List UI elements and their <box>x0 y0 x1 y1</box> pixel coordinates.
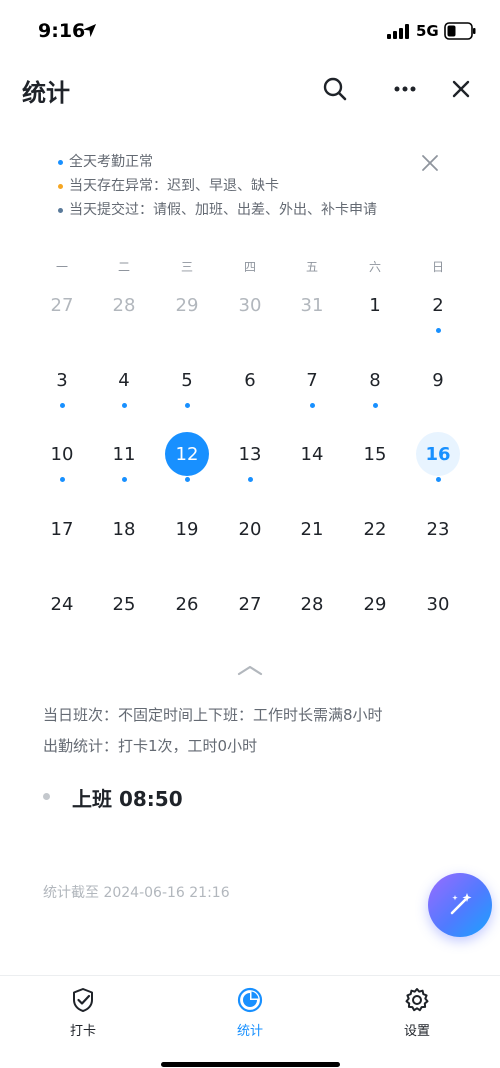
calendar-day[interactable]: 21 <box>290 507 334 551</box>
calendar-day[interactable]: 27 <box>40 283 84 327</box>
calendar-day[interactable]: 9 <box>416 358 460 402</box>
calendar-day[interactable]: 2 <box>416 283 460 327</box>
calendar-day[interactable]: 31 <box>290 283 334 327</box>
magic-wand-icon <box>450 893 472 915</box>
calendar-day[interactable]: 13 <box>228 432 272 476</box>
calendar-day-selected[interactable]: 12 <box>165 432 209 476</box>
punch-time: 上班 08:50 <box>72 787 183 811</box>
calendar-day[interactable]: 3 <box>40 358 84 402</box>
attendance-normal-dot <box>435 328 441 333</box>
attendance-summary: 出勤统计：打卡1次，工时0小时 <box>43 737 258 755</box>
calendar-day[interactable]: 29 <box>165 283 209 327</box>
tab-label: 打卡 <box>69 1024 96 1039</box>
calendar-day[interactable]: 25 <box>102 582 146 626</box>
attendance-normal-dot <box>247 477 253 482</box>
attendance-normal-dot <box>372 403 378 408</box>
attendance-normal-dot <box>121 403 127 408</box>
tab-label: 统计 <box>236 1024 263 1039</box>
attendance-normal-dot <box>59 477 65 482</box>
home-indicator <box>161 1062 340 1067</box>
calendar-day[interactable]: 15 <box>353 432 397 476</box>
calendar-day[interactable]: 11 <box>102 432 146 476</box>
calendar-day[interactable]: 23 <box>416 507 460 551</box>
tab-label: 设置 <box>403 1024 430 1039</box>
gear-icon <box>405 988 429 1012</box>
calendar-day[interactable]: 28 <box>290 582 334 626</box>
calendar-day[interactable]: 6 <box>228 358 272 402</box>
attendance-normal-dot <box>184 403 190 408</box>
calendar-day[interactable]: 30 <box>228 283 272 327</box>
calendar-day[interactable]: 17 <box>40 507 84 551</box>
shift-info: 当日班次：不固定时间上下班：工作时长需满8小时 <box>43 706 383 724</box>
calendar-day[interactable]: 29 <box>353 582 397 626</box>
calendar-day[interactable]: 26 <box>165 582 209 626</box>
collapse-chevron-up-icon[interactable] <box>236 662 264 678</box>
calendar-grid: 27 28 29 30 31 1 2 3 4 5 6 7 8 9 10 11 12 13 14 15 16 17 18 19 2… <box>0 0 500 660</box>
attendance-statistics-page: 9:16 5G 统计 全天考勤正常 当天存在异常：迟到、早退、缺卡 当天提交过：… <box>0 0 500 1068</box>
attendance-normal-dot <box>184 477 190 482</box>
tab-settings[interactable]: 设置 <box>377 986 457 1039</box>
punch-dot <box>43 793 50 800</box>
calendar-day[interactable]: 30 <box>416 582 460 626</box>
calendar-day[interactable]: 28 <box>102 283 146 327</box>
tab-statistics[interactable]: 统计 <box>210 986 290 1039</box>
calendar-day[interactable]: 27 <box>228 582 272 626</box>
calendar-day[interactable]: 19 <box>165 507 209 551</box>
calendar-day[interactable]: 1 <box>353 283 397 327</box>
attendance-normal-dot <box>59 403 65 408</box>
check-badge-icon <box>73 988 93 1012</box>
calendar-day[interactable]: 10 <box>40 432 84 476</box>
calendar-day[interactable]: 18 <box>102 507 146 551</box>
calendar-day[interactable]: 24 <box>40 582 84 626</box>
pie-chart-icon <box>237 987 263 1013</box>
calendar-day[interactable]: 4 <box>102 358 146 402</box>
tab-punch[interactable]: 打卡 <box>43 986 123 1039</box>
calendar-day[interactable]: 8 <box>353 358 397 402</box>
calendar-day[interactable]: 5 <box>165 358 209 402</box>
calendar-day[interactable]: 22 <box>353 507 397 551</box>
calendar-day[interactable]: 20 <box>228 507 272 551</box>
stat-until-text: 统计截至 2024-06-16 21:16 <box>43 885 230 901</box>
attendance-normal-dot <box>435 477 441 482</box>
ai-assistant-button[interactable] <box>428 873 492 937</box>
attendance-normal-dot <box>121 477 127 482</box>
calendar-day[interactable]: 7 <box>290 358 334 402</box>
attendance-normal-dot <box>309 403 315 408</box>
calendar-day-today[interactable]: 16 <box>416 432 460 476</box>
calendar-day[interactable]: 14 <box>290 432 334 476</box>
tab-bar: 打卡 统计 设置 <box>0 975 500 1068</box>
